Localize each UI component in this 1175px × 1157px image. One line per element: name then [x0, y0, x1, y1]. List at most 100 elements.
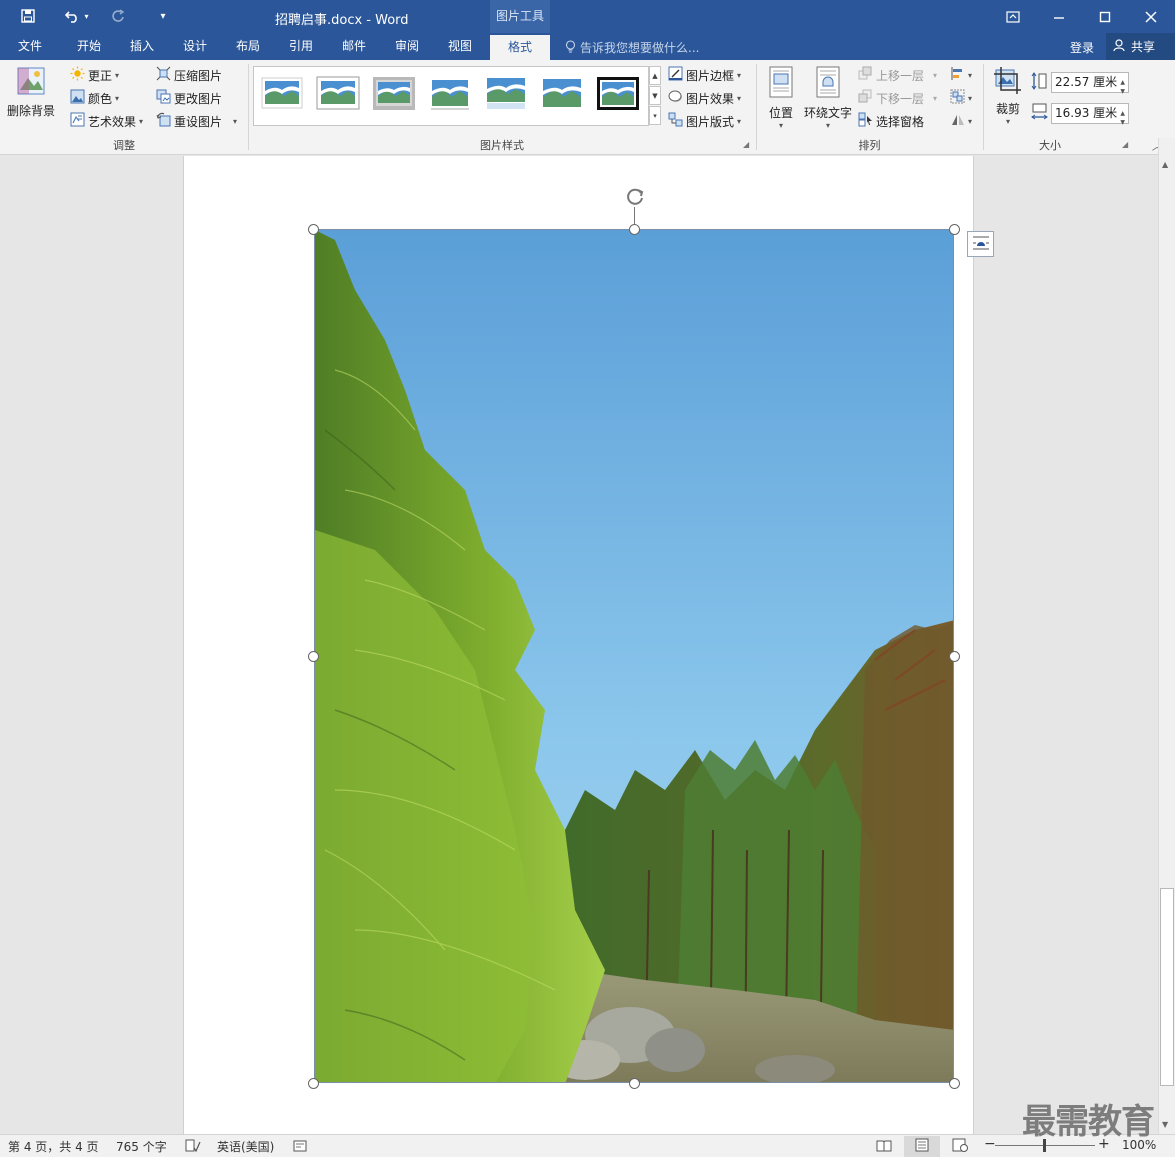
remove-background-button[interactable]: 删除背景 [6, 66, 56, 119]
customize-qat-icon[interactable]: ▾ [156, 6, 170, 26]
gallery-scroll-up-icon[interactable]: ▲ [649, 66, 661, 85]
chevron-down-icon: ▾ [115, 70, 120, 80]
maximize-icon[interactable] [1082, 0, 1128, 33]
layout-options-button[interactable] [967, 231, 994, 257]
print-layout-button[interactable] [904, 1136, 940, 1157]
zoom-out-icon[interactable]: − [984, 1136, 996, 1152]
artistic-effects-label: 艺术效果 [88, 114, 137, 129]
tab-review[interactable]: 审阅 [381, 33, 433, 60]
color-button[interactable]: 颜色 ▾ [70, 89, 119, 107]
picture-style-thumb-7[interactable] [596, 76, 640, 112]
resize-handle-top[interactable] [629, 224, 640, 235]
tab-design[interactable]: 设计 [169, 33, 221, 60]
word-count[interactable]: 765 个字 [116, 1138, 167, 1155]
tab-insert[interactable]: 插入 [116, 33, 168, 60]
read-mode-button[interactable] [866, 1136, 902, 1157]
picture-style-thumb-1[interactable] [260, 76, 304, 112]
selected-picture[interactable] [314, 229, 954, 1083]
chevron-down-icon: ▾ [968, 70, 973, 80]
tab-format[interactable]: 格式 [490, 35, 550, 60]
tab-view[interactable]: 视图 [434, 33, 486, 60]
picture-style-thumb-4[interactable] [428, 76, 472, 112]
ribbon-display-options-icon[interactable] [990, 0, 1036, 33]
picture-style-thumb-5[interactable] [484, 76, 528, 112]
status-bar: 第 4 页，共 4 页 765 个字 英语(美国) − + 100% [0, 1134, 1175, 1157]
corrections-label: 更正 [88, 68, 113, 83]
resize-handle-top-right[interactable] [949, 224, 960, 235]
crop-button[interactable]: 裁剪 ▾ [990, 66, 1026, 126]
vertical-scrollbar[interactable]: ▲ ▼ [1158, 138, 1175, 1134]
chevron-down-icon[interactable]: ▾ [233, 117, 237, 126]
bring-forward-button[interactable]: 上移一层 ▾ [858, 66, 937, 84]
resize-handle-bottom-right[interactable] [949, 1078, 960, 1089]
resize-handle-bottom[interactable] [629, 1078, 640, 1089]
language-indicator[interactable]: 英语(美国) [217, 1138, 274, 1155]
resize-handle-top-left[interactable] [308, 224, 319, 235]
picture-style-thumb-3[interactable] [372, 76, 416, 112]
macro-record-icon[interactable] [293, 1139, 307, 1156]
dialog-launcher-icon[interactable]: ◢ [743, 140, 749, 149]
undo-button[interactable]: ▾ [60, 6, 94, 26]
layout-options-icon [972, 235, 990, 254]
scroll-down-icon[interactable]: ▼ [1162, 1120, 1168, 1129]
gallery-scroll-down-icon[interactable]: ▼ [649, 86, 661, 105]
picture-effects-label: 图片效果 [686, 91, 735, 106]
group-label-size: 大小 [1039, 139, 1061, 152]
reset-picture-button[interactable]: 重设图片 ▾ [156, 112, 237, 130]
picture-style-thumb-2[interactable] [316, 76, 360, 112]
align-button[interactable]: ▾ [950, 66, 972, 84]
scroll-up-icon[interactable]: ▲ [1162, 160, 1168, 169]
gallery-more-icon[interactable]: ▾ [649, 106, 661, 125]
change-picture-button[interactable]: 更改图片 [156, 89, 222, 107]
web-layout-button[interactable] [942, 1136, 978, 1157]
compress-pictures-button[interactable]: 压缩图片 [156, 66, 222, 84]
tab-home[interactable]: 开始 [63, 33, 115, 60]
picture-style-thumb-6[interactable] [540, 76, 584, 112]
width-value: 16.93 厘米 [1055, 106, 1118, 120]
minimize-icon[interactable] [1036, 0, 1082, 33]
reset-picture-label: 重设图片 [174, 114, 223, 129]
picture-border-icon [668, 66, 683, 84]
spin-down-icon[interactable]: ▼ [1120, 82, 1125, 101]
sun-icon [70, 66, 85, 84]
tab-layout[interactable]: 布局 [222, 33, 274, 60]
tell-me-search[interactable]: 告诉我您想要做什么... [565, 39, 699, 56]
resize-handle-right[interactable] [949, 651, 960, 662]
rotate-objects-icon [950, 112, 965, 130]
picture-styles-gallery[interactable] [253, 66, 649, 126]
close-icon[interactable] [1128, 0, 1174, 33]
proofing-icon[interactable] [185, 1139, 201, 1156]
scrollbar-thumb[interactable] [1160, 888, 1174, 1086]
picture-effects-button[interactable]: 图片效果 ▾ [668, 89, 741, 107]
save-icon[interactable] [18, 6, 38, 26]
compress-label: 压缩图片 [174, 68, 223, 83]
send-backward-button[interactable]: 下移一层 ▾ [858, 89, 937, 107]
tab-mailings[interactable]: 邮件 [328, 33, 380, 60]
group-objects-button[interactable]: ▾ [950, 89, 972, 107]
position-button[interactable]: 位置 ▾ [763, 66, 799, 130]
artistic-effects-button[interactable]: 艺术效果 ▾ [70, 112, 143, 130]
page-count[interactable]: 第 4 页，共 4 页 [8, 1138, 99, 1155]
read-mode-icon [876, 1139, 892, 1155]
rotate-handle-icon[interactable] [623, 184, 647, 208]
picture-border-button[interactable]: 图片边框 ▾ [668, 66, 741, 84]
rotate-button[interactable]: ▾ [950, 112, 972, 130]
login-link[interactable]: 登录 [1070, 39, 1094, 56]
spin-down-icon[interactable]: ▼ [1120, 113, 1125, 132]
selection-pane-button[interactable]: 选择窗格 [858, 112, 924, 130]
share-button[interactable]: 共享 [1106, 33, 1175, 60]
undo-dropdown-icon[interactable]: ▾ [84, 12, 88, 21]
shape-height-input[interactable]: 22.57 厘米 ▲ ▼ [1051, 72, 1129, 95]
bring-forward-icon [858, 66, 873, 84]
picture-layout-button[interactable]: 图片版式 ▾ [668, 112, 741, 130]
redo-icon[interactable] [109, 6, 127, 26]
shape-width-input[interactable]: 16.93 厘米 ▲ ▼ [1051, 103, 1129, 126]
tab-file[interactable]: 文件 [4, 33, 56, 60]
tab-references[interactable]: 引用 [275, 33, 327, 60]
corrections-button[interactable]: 更正 ▾ [70, 66, 119, 84]
wrap-text-button[interactable]: 环绕文字 ▾ [802, 66, 854, 130]
resize-handle-left[interactable] [308, 651, 319, 662]
dialog-launcher-icon[interactable]: ◢ [1122, 140, 1128, 149]
group-label-adjust: 调整 [113, 139, 135, 152]
resize-handle-bottom-left[interactable] [308, 1078, 319, 1089]
